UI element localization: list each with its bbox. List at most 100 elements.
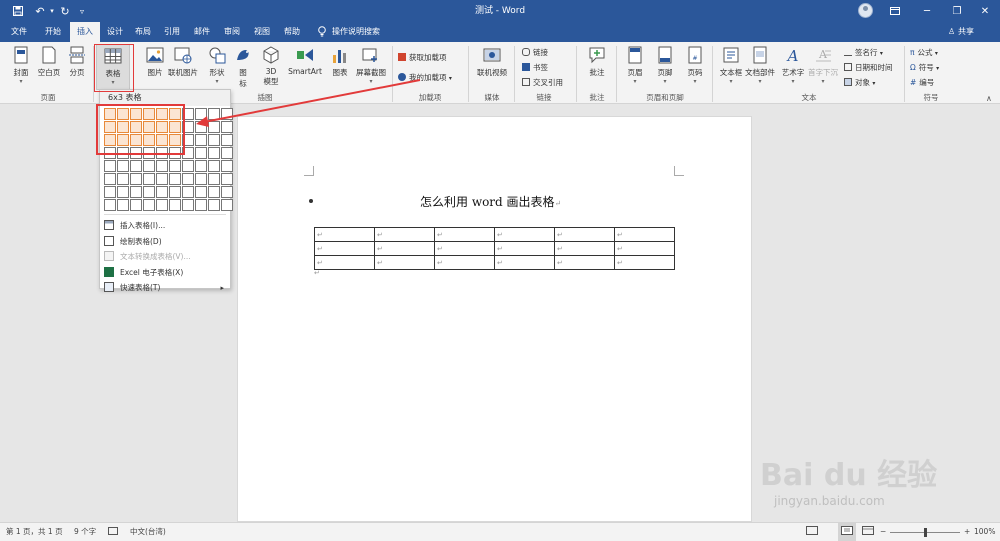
online-video-button[interactable]: 联机视频 [474, 44, 510, 90]
table-grid-cell[interactable] [221, 121, 233, 133]
table-cell[interactable]: ↵ [614, 241, 675, 256]
object-button[interactable]: 对象 ▾ [844, 77, 875, 88]
online-pictures-button[interactable]: 联机图片 [166, 44, 200, 90]
ribbon-display-options-icon[interactable] [880, 0, 910, 22]
header-button[interactable]: 页眉 ▾ [620, 44, 650, 90]
page-number-button[interactable]: # 页码 ▾ [680, 44, 710, 90]
table-grid-cell[interactable] [143, 160, 155, 172]
tab-mailings[interactable]: 邮件 [188, 22, 216, 42]
table-grid-cell[interactable] [221, 173, 233, 185]
tab-layout[interactable]: 布局 [130, 22, 156, 42]
signature-line-button[interactable]: 签名行 ▾ [844, 47, 883, 58]
table-grid-cell[interactable] [104, 199, 116, 211]
table-cell[interactable]: ↵ [374, 255, 435, 270]
footer-button[interactable]: 页脚 ▾ [650, 44, 680, 90]
blank-page-button[interactable]: 空白页 [34, 44, 64, 90]
cover-page-button[interactable]: 封面 ▾ [6, 44, 36, 90]
table-grid-cell[interactable] [221, 134, 233, 146]
smartart-button[interactable]: SmartArt [286, 44, 324, 90]
print-layout-icon[interactable] [838, 523, 856, 541]
table-grid-cell[interactable] [221, 186, 233, 198]
table-grid-cell[interactable] [195, 121, 207, 133]
table-cell[interactable]: ↵ [374, 241, 435, 256]
table-grid-cell[interactable] [221, 199, 233, 211]
table-cell[interactable]: ↵ [314, 227, 375, 242]
table-grid-cell[interactable] [169, 160, 181, 172]
table-grid-cell[interactable] [156, 199, 168, 211]
table-menu-item[interactable]: 插入表格(I)... [104, 218, 228, 234]
zoom-in-button[interactable]: + [964, 523, 970, 541]
table-menu-item[interactable]: 绘制表格(D) [104, 234, 228, 250]
undo-dropdown-icon[interactable]: ▾ [48, 0, 56, 22]
table-cell[interactable]: ↵ [494, 227, 555, 242]
table-cell[interactable]: ↵ [434, 227, 495, 242]
comment-button[interactable]: 批注 [582, 44, 612, 90]
get-addins-button[interactable]: 获取加载项 [398, 52, 447, 63]
date-time-button[interactable]: 日期和时间 [844, 62, 893, 73]
table-cell[interactable]: ↵ [374, 227, 435, 242]
table-grid-cell[interactable] [208, 160, 220, 172]
tab-references[interactable]: 引用 [158, 22, 186, 42]
redo-icon[interactable]: ↻ [58, 0, 72, 22]
table-grid-cell[interactable] [156, 160, 168, 172]
table-grid-cell[interactable] [208, 199, 220, 211]
table-cell[interactable]: ↵ [434, 255, 495, 270]
table-grid-cell[interactable] [130, 199, 142, 211]
equation-button[interactable]: π 公式 ▾ [910, 47, 938, 58]
table-cell[interactable]: ↵ [554, 227, 615, 242]
table-grid-cell[interactable] [143, 186, 155, 198]
minimize-button[interactable]: ─ [912, 0, 942, 22]
tab-review[interactable]: 审阅 [218, 22, 246, 42]
tab-view[interactable]: 视图 [248, 22, 276, 42]
save-icon[interactable] [10, 0, 26, 22]
table-grid-cell[interactable] [143, 199, 155, 211]
table-grid-cell[interactable] [195, 160, 207, 172]
table-cell[interactable]: ↵ [554, 241, 615, 256]
table-grid-cell[interactable] [195, 186, 207, 198]
table-grid-cell[interactable] [208, 108, 220, 120]
table-cell[interactable]: ↵ [314, 241, 375, 256]
tell-me-search[interactable]: 操作说明搜索 [332, 22, 380, 42]
screenshot-button[interactable]: 屏幕截图 ▾ [354, 44, 388, 90]
table-grid-cell[interactable] [208, 134, 220, 146]
undo-icon[interactable]: ↶ [32, 0, 48, 22]
table-cell[interactable]: ↵ [494, 241, 555, 256]
table-grid-cell[interactable] [156, 186, 168, 198]
table-grid-cell[interactable] [117, 160, 129, 172]
table-grid-cell[interactable] [195, 199, 207, 211]
table-grid-cell[interactable] [208, 147, 220, 159]
table-cell[interactable]: ↵ [434, 241, 495, 256]
table-grid-cell[interactable] [130, 160, 142, 172]
number-button[interactable]: # 编号 [910, 77, 934, 88]
tab-home[interactable]: 开始 [40, 22, 66, 42]
table-grid-cell[interactable] [104, 173, 116, 185]
tab-insert[interactable]: 插入 [70, 22, 100, 42]
table-grid-cell[interactable] [169, 173, 181, 185]
table-grid-cell[interactable] [156, 173, 168, 185]
document-page[interactable] [237, 116, 752, 522]
table-cell[interactable]: ↵ [314, 255, 375, 270]
table-grid-cell[interactable] [208, 173, 220, 185]
tab-design[interactable]: 设计 [102, 22, 128, 42]
close-button[interactable]: ✕ [970, 0, 1000, 22]
wordart-button[interactable]: A 艺术字 ▾ [778, 44, 808, 90]
cross-reference-button[interactable]: 交叉引用 [522, 77, 563, 88]
table-grid-cell[interactable] [221, 147, 233, 159]
document-table[interactable]: ↵ ↵ ↵ ↵ ↵ ↵ ↵ ↵ ↵ ↵ ↵ ↵ ↵ ↵ ↵ ↵ ↵ ↵ [314, 227, 675, 270]
bookmark-button[interactable]: 书签 [522, 62, 548, 73]
table-grid-cell[interactable] [221, 108, 233, 120]
table-grid-cell[interactable] [117, 173, 129, 185]
table-cell[interactable]: ↵ [554, 255, 615, 270]
table-grid-cell[interactable] [104, 186, 116, 198]
table-grid-cell[interactable] [182, 173, 194, 185]
page-count[interactable]: 第 1 页，共 1 页 [6, 523, 63, 541]
table-grid-cell[interactable] [221, 160, 233, 172]
table-cell[interactable]: ↵ [614, 255, 675, 270]
table-cell[interactable]: ↵ [494, 255, 555, 270]
word-count[interactable]: 9 个字 [74, 523, 96, 541]
customize-qat-icon[interactable]: ▿ [76, 0, 88, 22]
drop-cap-button[interactable]: A 首字下沉 ▾ [806, 44, 840, 90]
table-grid-cell[interactable] [130, 186, 142, 198]
table-grid-cell[interactable] [195, 147, 207, 159]
table-grid-cell[interactable] [143, 173, 155, 185]
